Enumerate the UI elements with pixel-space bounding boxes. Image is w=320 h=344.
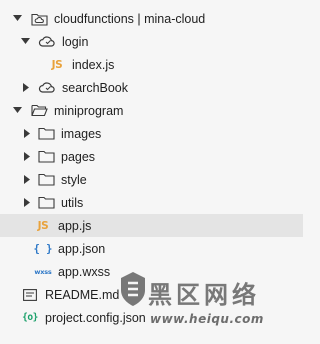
config-file-icon: {o} <box>22 312 38 323</box>
chevron-right-icon[interactable] <box>21 83 31 93</box>
json-file-icon: { } <box>33 242 53 255</box>
chevron-right-icon[interactable] <box>22 175 32 185</box>
tree-item-utils[interactable]: utils <box>0 191 303 214</box>
folder-icon <box>38 173 55 186</box>
tree-item-label: images <box>61 126 102 141</box>
tree-item-index-js[interactable]: JS index.js <box>0 53 303 76</box>
tree-item-pages[interactable]: pages <box>0 145 303 168</box>
tree-item-cloudfunctions[interactable]: cloudfunctions | mina-cloud <box>0 7 303 30</box>
tree-item-label: README.md <box>45 287 120 302</box>
tree-item-miniprogram[interactable]: miniprogram <box>0 99 303 122</box>
tree-item-label: login <box>62 34 89 49</box>
chevron-down-icon[interactable] <box>12 106 22 116</box>
tree-item-readme[interactable]: README.md <box>0 283 303 306</box>
tree-item-label: miniprogram <box>54 103 124 118</box>
cloud-function-icon <box>38 81 56 94</box>
tree-item-label: cloudfunctions | mina-cloud <box>54 11 206 26</box>
tree-item-app-wxss[interactable]: wxss app.wxss <box>0 260 303 283</box>
markdown-file-icon <box>21 288 39 301</box>
tree-item-style[interactable]: style <box>0 168 303 191</box>
tree-item-images[interactable]: images <box>0 122 303 145</box>
tree-item-label: pages <box>61 149 96 164</box>
tree-item-app-js[interactable]: JS app.js <box>0 214 303 237</box>
tree-item-label: utils <box>61 195 84 210</box>
folder-icon <box>38 150 55 163</box>
tree-item-label: index.js <box>72 57 115 72</box>
file-tree: cloudfunctions | mina-cloud login JS ind… <box>0 7 303 329</box>
tree-item-label: app.json <box>58 241 106 256</box>
tree-item-login[interactable]: login <box>0 30 303 53</box>
tree-item-label: project.config.json <box>45 310 146 325</box>
chevron-right-icon[interactable] <box>22 152 32 162</box>
cloud-function-icon <box>38 35 56 48</box>
cloud-folder-icon <box>31 12 48 26</box>
chevron-right-icon[interactable] <box>22 198 32 208</box>
tree-item-app-json[interactable]: { } app.json <box>0 237 303 260</box>
tree-item-project-config[interactable]: {o} project.config.json <box>0 306 303 329</box>
chevron-down-icon[interactable] <box>20 37 30 47</box>
folder-open-icon <box>31 104 48 117</box>
chevron-down-icon[interactable] <box>12 14 22 24</box>
tree-item-label: app.wxss <box>58 264 111 279</box>
javascript-file-icon: JS <box>51 58 63 71</box>
tree-item-searchbook[interactable]: searchBook <box>0 76 303 99</box>
javascript-file-icon: JS <box>37 219 49 232</box>
chevron-right-icon[interactable] <box>22 129 32 139</box>
tree-item-label: app.js <box>58 218 92 233</box>
wxss-file-icon: wxss <box>34 267 52 276</box>
folder-icon <box>38 127 55 140</box>
tree-item-label: searchBook <box>62 80 129 95</box>
folder-icon <box>38 196 55 209</box>
tree-item-label: style <box>61 172 87 187</box>
